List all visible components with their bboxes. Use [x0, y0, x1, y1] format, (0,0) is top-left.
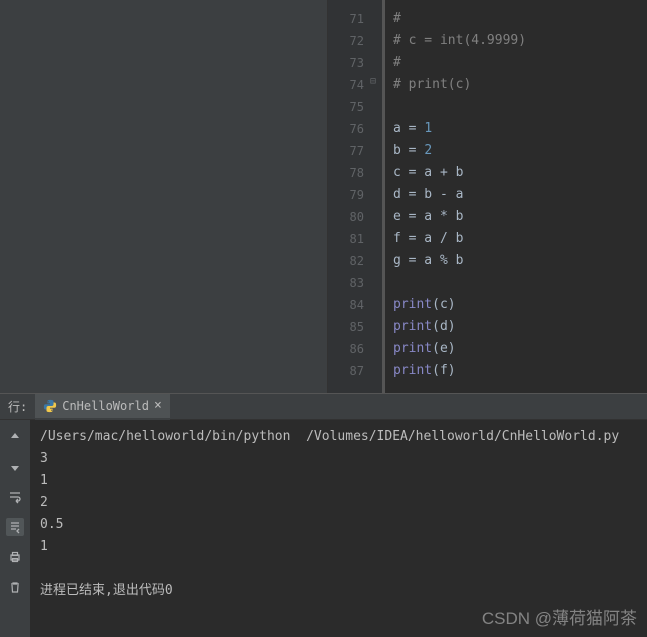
- line-number: 71: [328, 8, 382, 30]
- function-call: print: [393, 341, 432, 356]
- project-sidebar[interactable]: [0, 0, 328, 393]
- comment: # print(c): [393, 77, 471, 92]
- console-output[interactable]: /Users/mac/helloworld/bin/python /Volume…: [30, 420, 647, 637]
- code-editor[interactable]: # # c = int(4.9999) # # print(c) a = 1 b…: [383, 0, 647, 393]
- code-line: g = a % b: [393, 250, 647, 272]
- comment: # c = int(4.9999): [393, 33, 526, 48]
- console-line: 1: [40, 470, 637, 492]
- line-number: 78: [328, 162, 382, 184]
- line-number: 81: [328, 228, 382, 250]
- console-line: 1: [40, 536, 637, 558]
- line-number: 76: [328, 118, 382, 140]
- code-text: (c): [432, 297, 455, 312]
- python-file-icon: [43, 399, 57, 413]
- line-number: 82: [328, 250, 382, 272]
- function-call: print: [393, 363, 432, 378]
- console-line: 0.5: [40, 514, 637, 536]
- code-line: c = a + b: [393, 162, 647, 184]
- code-text: (f): [432, 363, 455, 378]
- close-icon[interactable]: ×: [154, 398, 162, 413]
- line-number: 77: [328, 140, 382, 162]
- line-number: 85: [328, 316, 382, 338]
- line-number: 72: [328, 30, 382, 52]
- run-tab-label: CnHelloWorld: [62, 399, 149, 413]
- line-number: 87: [328, 360, 382, 382]
- line-number: 73: [328, 52, 382, 74]
- soft-wrap-icon[interactable]: [6, 488, 24, 506]
- run-tool-window: 行: CnHelloWorld × /Users/mac/helloworld/…: [0, 393, 647, 637]
- editor-area: 71 72 73 74 75 76 77 78 79 80 81 82 83 8…: [0, 0, 647, 393]
- line-number-gutter: 71 72 73 74 75 76 77 78 79 80 81 82 83 8…: [328, 0, 383, 393]
- run-panel-label: 行:: [0, 398, 35, 415]
- line-number: 84: [328, 294, 382, 316]
- comment: #: [393, 55, 409, 70]
- process-exit-message: 进程已结束,退出代码0: [40, 580, 637, 602]
- number-literal: 2: [424, 143, 432, 158]
- console-command: /Users/mac/helloworld/bin/python /Volume…: [40, 426, 637, 448]
- code-text: b: [393, 143, 401, 158]
- code-text: (d): [432, 319, 455, 334]
- code-text: =: [401, 121, 424, 136]
- code-text: a: [393, 121, 401, 136]
- code-text: (e): [432, 341, 455, 356]
- down-arrow-icon[interactable]: [6, 458, 24, 476]
- code-line: d = b - a: [393, 184, 647, 206]
- scroll-to-end-icon[interactable]: [6, 518, 24, 536]
- code-text: =: [401, 143, 424, 158]
- code-line: [393, 272, 647, 294]
- fold-marker-icon[interactable]: ⊟: [370, 76, 380, 86]
- code-line: e = a * b: [393, 206, 647, 228]
- line-number: 75: [328, 96, 382, 118]
- run-tab[interactable]: CnHelloWorld ×: [35, 394, 170, 420]
- comment: #: [393, 11, 409, 26]
- run-tool-column: [0, 420, 30, 637]
- up-arrow-icon[interactable]: [6, 428, 24, 446]
- function-call: print: [393, 297, 432, 312]
- line-number: 83: [328, 272, 382, 294]
- code-line: f = a / b: [393, 228, 647, 250]
- number-literal: 1: [424, 121, 432, 136]
- run-tab-bar: 行: CnHelloWorld ×: [0, 394, 647, 420]
- line-number: 86: [328, 338, 382, 360]
- console-line: 3: [40, 448, 637, 470]
- print-icon[interactable]: [6, 548, 24, 566]
- line-number: 79: [328, 184, 382, 206]
- line-number: 80: [328, 206, 382, 228]
- console-line: 2: [40, 492, 637, 514]
- code-line: [393, 96, 647, 118]
- trash-icon[interactable]: [6, 578, 24, 596]
- function-call: print: [393, 319, 432, 334]
